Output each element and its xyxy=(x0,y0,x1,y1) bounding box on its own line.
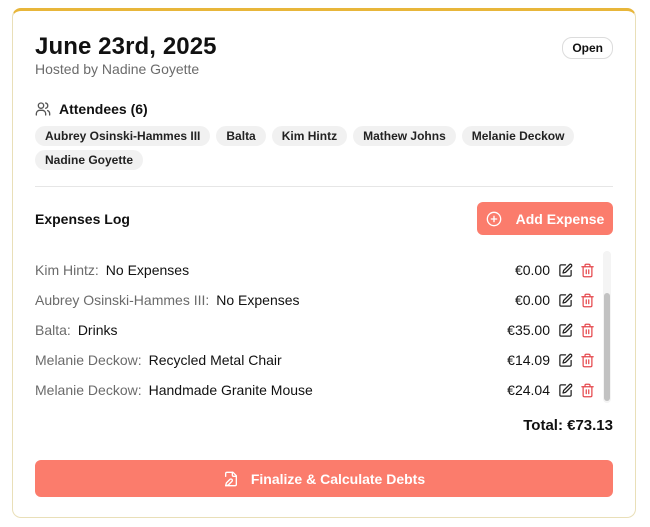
expense-row: Kim Hintz: No Expenses €0.00 xyxy=(35,255,595,285)
expense-person: Melanie Deckow: xyxy=(35,382,142,398)
expense-list-scrollbar[interactable] xyxy=(603,251,611,403)
status-badge: Open xyxy=(562,37,613,59)
event-card: June 23rd, 2025 Hosted by Nadine Goyette… xyxy=(12,8,636,518)
trash-icon[interactable] xyxy=(580,323,595,338)
trash-icon[interactable] xyxy=(580,263,595,278)
attendee-chip: Melanie Deckow xyxy=(461,126,575,146)
plus-circle-icon xyxy=(486,211,501,226)
expense-row: Aubrey Osinski-Hammes III: No Expenses €… xyxy=(35,285,595,315)
divider xyxy=(35,186,613,187)
expense-person: Kim Hintz: xyxy=(35,262,99,278)
expenses-total: Total: €73.13 xyxy=(523,417,613,434)
event-title: June 23rd, 2025 xyxy=(35,33,217,60)
finalize-button[interactable]: Finalize & Calculate Debts xyxy=(35,460,613,497)
attendee-chip: Nadine Goyette xyxy=(35,150,144,170)
add-expense-button[interactable]: Add Expense xyxy=(477,202,613,235)
expense-amount: €35.00 xyxy=(507,322,550,338)
expense-person: Aubrey Osinski-Hammes III: xyxy=(35,292,210,308)
event-host: Hosted by Nadine Goyette xyxy=(35,61,200,77)
trash-icon[interactable] xyxy=(580,293,595,308)
edit-icon[interactable] xyxy=(558,323,573,338)
scrollbar-thumb[interactable] xyxy=(604,293,610,401)
expense-description: Handmade Granite Mouse xyxy=(148,382,313,398)
edit-icon[interactable] xyxy=(558,383,573,398)
edit-icon[interactable] xyxy=(558,353,573,368)
attendees-header: Attendees (6) xyxy=(35,101,148,117)
expense-list: Kim Hintz: No Expenses €0.00 Aubrey Osin… xyxy=(35,255,595,405)
expense-description: No Expenses xyxy=(216,292,300,308)
edit-icon[interactable] xyxy=(558,293,573,308)
edit-document-icon xyxy=(224,471,237,486)
attendee-chip: Aubrey Osinski-Hammes III xyxy=(35,126,211,146)
trash-icon[interactable] xyxy=(580,353,595,368)
expense-person: Balta: xyxy=(35,322,71,338)
expense-amount: €24.04 xyxy=(507,382,550,398)
expense-description: Recycled Metal Chair xyxy=(148,352,282,368)
expense-description: Drinks xyxy=(77,322,118,338)
attendee-chip: Balta xyxy=(216,126,266,146)
trash-icon[interactable] xyxy=(580,383,595,398)
attendee-chips: Aubrey Osinski-Hammes III Balta Kim Hint… xyxy=(35,126,595,170)
finalize-label: Finalize & Calculate Debts xyxy=(250,470,426,487)
attendee-chip: Kim Hintz xyxy=(271,126,348,146)
users-icon xyxy=(35,102,51,116)
attendees-label: Attendees (6) xyxy=(59,101,148,117)
expense-amount: €0.00 xyxy=(514,292,550,308)
add-expense-label: Add Expense xyxy=(515,210,605,227)
expense-amount: €0.00 xyxy=(514,262,550,278)
expense-row: Balta: Drinks €35.00 xyxy=(35,315,595,345)
attendee-chip: Mathew Johns xyxy=(353,126,456,146)
expenses-log-title: Expenses Log xyxy=(35,211,130,227)
expense-amount: €14.09 xyxy=(507,352,550,368)
expense-row: Melanie Deckow: Recycled Metal Chair €14… xyxy=(35,345,595,375)
expense-description: No Expenses xyxy=(105,262,190,278)
expense-row: Melanie Deckow: Handmade Granite Mouse €… xyxy=(35,375,595,405)
expense-person: Melanie Deckow: xyxy=(35,352,142,368)
edit-icon[interactable] xyxy=(558,263,573,278)
